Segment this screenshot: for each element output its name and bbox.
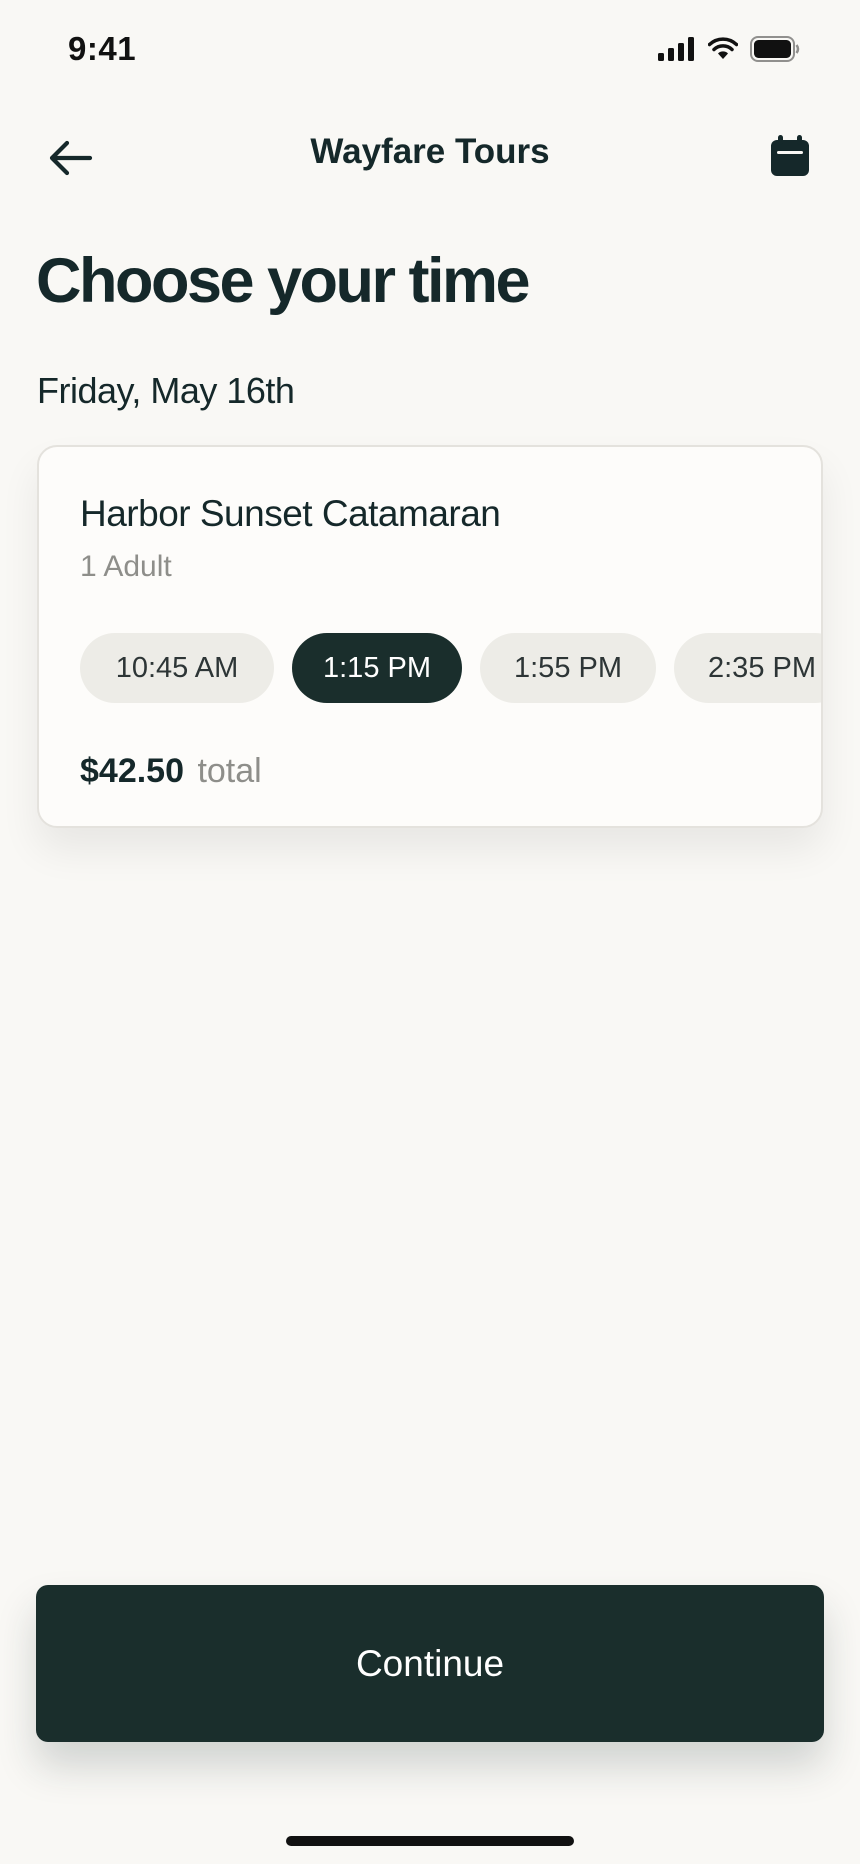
price-suffix: total <box>197 752 262 790</box>
time-slot[interactable]: 2:35 PM <box>674 633 821 703</box>
page-title: Choose your time <box>36 246 531 316</box>
nav-title: Wayfare Tours <box>310 132 550 171</box>
status-time: 9:41 <box>68 30 137 67</box>
price-total: $42.50 total <box>80 752 262 791</box>
time-slot[interactable]: 1:55 PM <box>480 633 656 703</box>
battery-icon <box>750 36 800 62</box>
continue-button[interactable]: Continue <box>36 1585 824 1742</box>
tour-name: Harbor Sunset Catamaran <box>80 493 501 534</box>
calendar-icon <box>771 135 809 176</box>
home-indicator <box>286 1836 574 1846</box>
calendar-button[interactable] <box>760 126 820 186</box>
cellular-signal-icon <box>658 37 694 61</box>
status-bar: 9:41 <box>0 0 860 100</box>
time-slot[interactable]: 1:15 PM <box>292 633 462 703</box>
date-label: Friday, May 16th <box>37 370 295 411</box>
nav-bar: Wayfare Tours <box>0 110 860 190</box>
guest-count: 1 Adult <box>80 550 172 583</box>
time-slot-list: 10:45 AM 1:15 PM 1:55 PM 2:35 PM <box>80 633 821 703</box>
time-slot[interactable]: 10:45 AM <box>80 633 274 703</box>
tour-card: Harbor Sunset Catamaran 1 Adult 10:45 AM… <box>37 445 823 828</box>
status-icons <box>658 36 800 62</box>
wifi-icon <box>708 37 738 59</box>
price-amount: $42.50 <box>80 752 184 790</box>
